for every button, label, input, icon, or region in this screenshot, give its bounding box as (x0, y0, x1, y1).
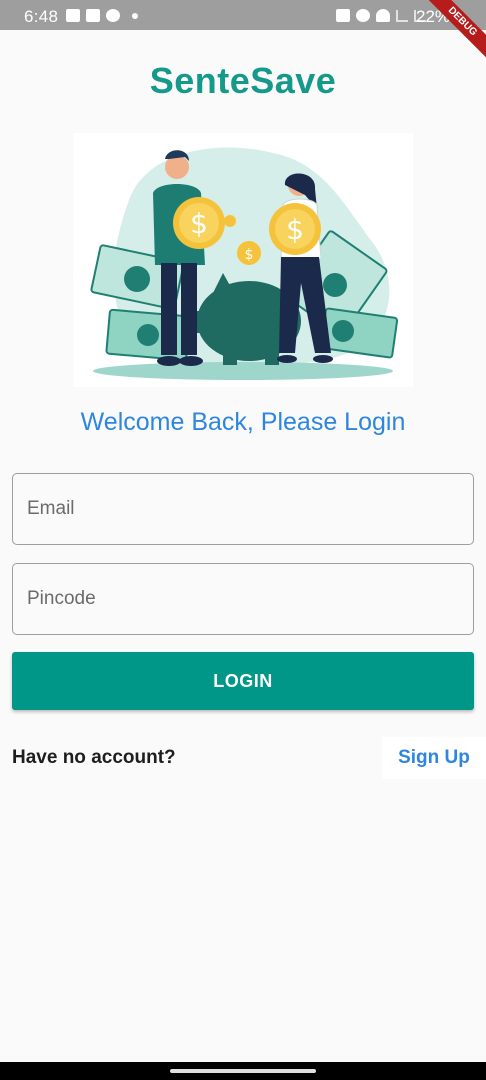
dot-icon (132, 12, 138, 19)
svg-text:$: $ (286, 213, 304, 246)
login-button[interactable]: LOGIN (12, 652, 474, 710)
image-icon (86, 9, 100, 22)
nfc-icon (336, 9, 350, 22)
alarm-icon (356, 9, 370, 22)
globe-icon (106, 9, 120, 22)
svg-text:$: $ (190, 207, 208, 240)
signal-icon (396, 9, 408, 22)
system-icons (336, 9, 426, 22)
no-account-text: Have no account? (12, 747, 176, 768)
signup-button[interactable]: Sign Up (382, 737, 486, 779)
svg-text:$: $ (245, 247, 254, 263)
app-title: SenteSave (149, 60, 337, 101)
notification-icons (66, 9, 138, 22)
pincode-field[interactable] (12, 563, 474, 635)
status-bar: 6:48 22% DEBUG (0, 0, 486, 64)
pincode-input[interactable] (13, 564, 473, 634)
savings-illustration: $ $ $ (73, 133, 413, 387)
wifi-icon (376, 9, 390, 22)
navigation-bar (0, 1062, 486, 1080)
message-icon (66, 9, 80, 22)
email-field[interactable] (12, 473, 474, 545)
status-time: 6:48 (24, 7, 59, 26)
welcome-heading: Welcome Back, Please Login (80, 408, 406, 436)
email-input[interactable] (13, 474, 473, 544)
home-handle[interactable] (170, 1069, 316, 1073)
